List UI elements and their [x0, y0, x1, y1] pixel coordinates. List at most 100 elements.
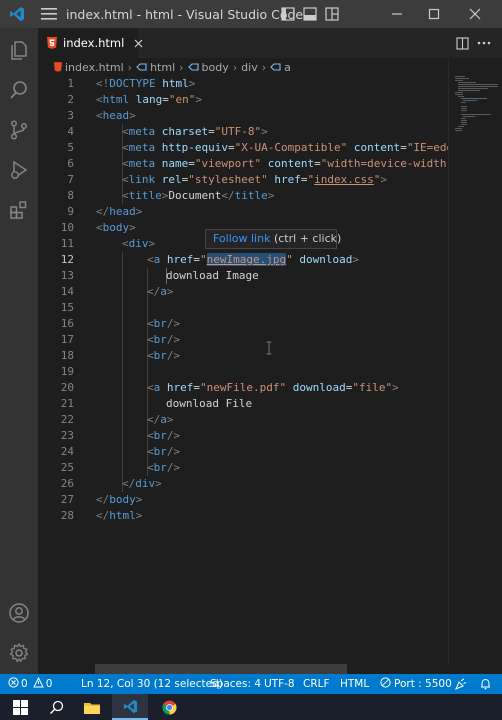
css-file-link[interactable]: index.css — [314, 173, 374, 186]
chrome-icon[interactable] — [151, 694, 187, 720]
indentation[interactable]: Spaces: 4 — [210, 674, 261, 694]
vscode-logo-icon — [0, 0, 34, 28]
follow-link-shortcut: (ctrl + click) — [270, 232, 342, 245]
code-line: 9 </head> — [38, 204, 448, 220]
minimap[interactable] — [448, 58, 502, 664]
code-line: 7 <link rel="stylesheet" href="index.css"… — [38, 172, 448, 188]
follow-link[interactable]: Follow link — [213, 232, 270, 245]
minimize-button[interactable] — [380, 0, 414, 28]
notifications-bell-icon[interactable] — [480, 674, 491, 694]
code-line: 27 </body> — [38, 492, 448, 508]
breadcrumb: index.html › html › body › div › a — [38, 58, 448, 76]
line-code: </a> — [147, 285, 174, 298]
maximize-button[interactable] — [417, 0, 451, 28]
window-title: index.html - html - Visual Studio Code — [66, 6, 304, 22]
chevron-right-icon: › — [232, 60, 238, 74]
line-number: 17 — [60, 333, 74, 346]
more-actions-icon[interactable] — [474, 28, 494, 58]
live-server-port[interactable]: Port : 5500 — [380, 674, 452, 694]
code-line: 23 <br/> — [38, 428, 448, 444]
windows-start-icon[interactable] — [2, 694, 38, 720]
end-of-line[interactable]: CRLF — [303, 674, 330, 694]
line-number: 13 — [60, 269, 74, 282]
extensions-icon[interactable] — [0, 190, 38, 230]
code-line: 5 <meta http-equiv="X-UA-Compatible" cont… — [38, 140, 459, 156]
source-control-icon[interactable] — [0, 110, 38, 150]
code-line: 14 </a> — [38, 284, 448, 300]
vscode-icon[interactable] — [112, 694, 148, 720]
settings-gear-icon[interactable] — [0, 633, 38, 673]
split-editor-icon[interactable] — [452, 28, 472, 58]
toggle-sidebar-icon[interactable] — [276, 0, 300, 28]
broadcast-icon — [380, 677, 391, 691]
warning-count: 0 — [45, 678, 53, 690]
problems-indicator[interactable]: 0 0 — [8, 674, 52, 694]
title-bar: index.html - html - Visual Studio Code — [0, 0, 502, 28]
cursor-position[interactable]: Ln 12, Col 30 (12 selected) — [81, 674, 223, 694]
follow-link-tooltip: Follow link (ctrl + click) — [205, 229, 341, 249]
line-number: 25 — [60, 461, 74, 474]
code-editor[interactable]: 1 <!DOCTYPE html> 2 <html lang="en"> 3 <hea… — [38, 76, 460, 664]
language-mode[interactable]: HTML — [340, 674, 369, 694]
close-tab-icon[interactable] — [134, 36, 143, 50]
line-code: </head> — [96, 205, 143, 218]
line-code: <a href="newFile.pdf" download="file"> — [147, 381, 399, 394]
code-line: 21 download File — [38, 396, 448, 412]
line-code: <meta charset="UTF-8"> — [122, 125, 268, 138]
breadcrumb-item-html[interactable]: html — [136, 61, 175, 74]
code-line: 8 <title>Document</title> — [38, 188, 448, 204]
search-icon[interactable] — [0, 70, 38, 110]
code-line: 16 <br/> — [38, 316, 448, 332]
close-window-button[interactable] — [458, 0, 492, 28]
line-number: 22 — [60, 413, 74, 426]
horizontal-scrollbar[interactable] — [95, 664, 347, 674]
line-code: <link rel="stylesheet" href="index.css"> — [122, 173, 387, 186]
tab-index-html[interactable]: index.html — [38, 28, 143, 58]
feedback-icon[interactable] — [455, 674, 467, 694]
image-file-link-selected[interactable]: newImage.jpg — [206, 253, 287, 266]
breadcrumb-label: div — [241, 60, 258, 74]
breadcrumb-label: index.html — [65, 60, 124, 74]
line-number: 6 — [67, 157, 74, 170]
code-line: 4 <meta charset="UTF-8"> — [38, 124, 448, 140]
menu-hamburger-icon[interactable] — [34, 0, 64, 28]
code-line: 20 <a href="newFile.pdf" download="file"> — [38, 380, 448, 396]
encoding[interactable]: UTF-8 — [264, 674, 295, 694]
line-number: 1 — [67, 77, 74, 90]
line-code: <body> — [96, 221, 136, 234]
chevron-right-icon: › — [261, 60, 267, 74]
line-number: 24 — [60, 445, 74, 458]
port-label: Port : 5500 — [394, 678, 452, 690]
code-line-active: 12 <a href="newImage.jpg" download> — [38, 252, 448, 268]
account-icon[interactable] — [0, 593, 38, 633]
line-code: </html> — [96, 509, 143, 522]
line-number: 14 — [60, 285, 74, 298]
line-number: 15 — [60, 301, 74, 314]
error-count: 0 — [21, 678, 28, 690]
run-debug-icon[interactable] — [0, 150, 38, 190]
line-code: download Image — [166, 269, 259, 282]
explorer-icon[interactable] — [0, 30, 38, 70]
element-tag-icon — [187, 62, 199, 72]
html5-file-icon — [54, 62, 62, 72]
line-number: 7 — [67, 173, 74, 186]
code-line: 24 <br/> — [38, 444, 448, 460]
breadcrumb-item-file[interactable]: index.html — [54, 61, 124, 74]
line-code: <div> — [122, 237, 156, 250]
line-number: 19 — [60, 365, 74, 378]
breadcrumb-item-div[interactable]: div — [241, 61, 258, 74]
status-bar: 0 0 Ln 12, Col 30 (12 selected) Spaces: … — [0, 674, 502, 694]
toggle-panel-icon[interactable] — [298, 0, 322, 28]
line-number: 4 — [67, 125, 74, 138]
line-code: <!DOCTYPE html> — [96, 77, 196, 90]
element-tag-icon — [136, 62, 147, 72]
breadcrumb-item-a[interactable]: a — [270, 61, 291, 74]
chevron-right-icon: › — [179, 60, 184, 74]
code-line: 26 </div> — [38, 476, 448, 492]
customize-layout-icon[interactable] — [320, 0, 344, 28]
taskbar-search-icon[interactable] — [38, 694, 74, 720]
line-code: download File — [166, 397, 253, 410]
line-number: 9 — [67, 205, 74, 218]
breadcrumb-item-body[interactable]: body — [187, 61, 229, 74]
file-explorer-icon[interactable] — [74, 694, 110, 720]
